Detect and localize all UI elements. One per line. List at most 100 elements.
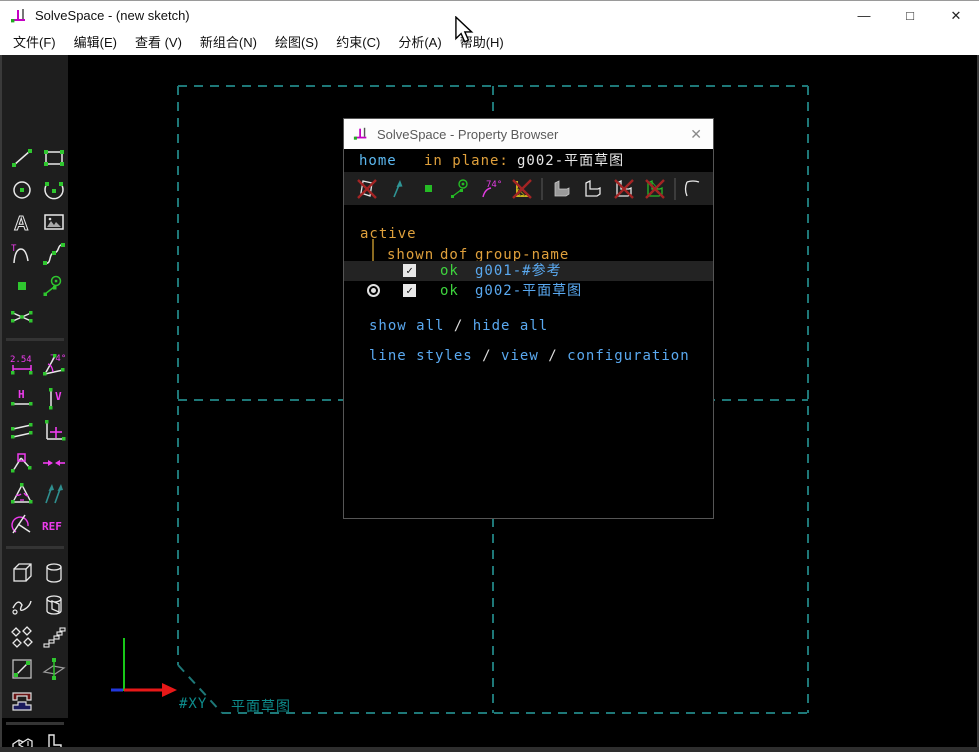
shown-checkbox[interactable]: ✓ [403, 284, 416, 297]
solvespace-logo-icon [353, 126, 369, 142]
window-controls: — □ ✕ [841, 1, 979, 30]
show-points-icon[interactable] [417, 177, 441, 201]
rectangle-tool-icon[interactable] [41, 145, 67, 171]
symmetric-constraint-icon[interactable] [41, 450, 67, 476]
close-button[interactable]: ✕ [933, 1, 979, 30]
title-bar: SolveSpace - (new sketch) — □ ✕ [0, 0, 979, 30]
menu-analyze[interactable]: 分析(A) [389, 30, 450, 55]
property-browser-title: SolveSpace - Property Browser [377, 127, 558, 142]
active-plane-name: g002-平面草图 [517, 151, 624, 171]
menu-sketch[interactable]: 绘图(S) [266, 30, 327, 55]
angle-dimension-icon[interactable]: 74° [41, 352, 67, 378]
svg-text:A: A [14, 213, 28, 235]
hide-workplanes-icon[interactable] [355, 177, 379, 201]
svg-text:2.54: 2.54 [10, 355, 32, 365]
toolbar-divider [6, 338, 64, 341]
browser-toolbar: 74° [344, 172, 713, 205]
point-tool-icon[interactable] [9, 273, 35, 299]
split-tool-icon[interactable] [9, 304, 35, 330]
show-all-link[interactable]: show all [369, 318, 444, 334]
show-normals-icon[interactable] [386, 177, 410, 201]
sketch-canvas[interactable]: #XY 平面草图 [0, 55, 979, 752]
vertical-constraint-icon[interactable]: V [41, 386, 67, 412]
group-name-link[interactable]: g002-平面草图 [475, 281, 582, 301]
link-separator: / [482, 348, 491, 364]
arc-tool-icon[interactable] [41, 177, 67, 203]
hide-datum-planes-icon[interactable] [510, 177, 534, 201]
drawing-toolbar: A T [2, 55, 68, 718]
shown-checkbox[interactable]: ✓ [403, 264, 416, 277]
hide-mesh-icon[interactable] [643, 177, 667, 201]
extrude-icon[interactable] [9, 560, 35, 586]
group-row-g002[interactable]: ✓ ok g002-平面草图 [344, 281, 713, 301]
solvespace-logo-icon [10, 7, 28, 25]
parallel-constraint-icon[interactable] [9, 418, 35, 444]
menu-group[interactable]: 新组合(N) [191, 30, 266, 55]
toolbar-divider [6, 546, 64, 549]
link-separator: / [454, 318, 463, 334]
distance-dimension-icon[interactable]: 2.54 [9, 352, 35, 378]
group-name-link[interactable]: g001-#参考 [475, 261, 562, 281]
browser-nav: home in plane: g002-平面草图 [344, 151, 713, 171]
hide-all-link[interactable]: hide all [473, 318, 548, 334]
menu-view[interactable]: 查看 (V) [126, 30, 191, 55]
construction-tool-icon[interactable] [41, 273, 67, 299]
active-radio[interactable] [367, 284, 380, 297]
xy-plane-label: #XY [179, 696, 207, 712]
window-edge-bottom [0, 747, 979, 752]
line-tool-icon[interactable] [9, 145, 35, 171]
dof-status: ok [440, 261, 459, 281]
revolve-icon[interactable] [41, 592, 67, 618]
window-edge-left [0, 55, 2, 752]
svg-text:74°: 74° [50, 354, 66, 364]
property-browser-titlebar[interactable]: SolveSpace - Property Browser ✕ [344, 119, 713, 149]
home-link[interactable]: home [359, 151, 397, 171]
faces-view-icon[interactable] [683, 177, 707, 201]
reference-dimension-icon[interactable]: REF [41, 512, 67, 538]
menu-edit[interactable]: 编辑(E) [65, 30, 126, 55]
horizontal-constraint-icon[interactable]: H [9, 386, 35, 412]
oriented-same-icon[interactable] [41, 481, 67, 507]
menu-bar: 文件(F) 编辑(E) 查看 (V) 新组合(N) 绘图(S) 约束(C) 分析… [0, 30, 979, 55]
equal-constraint-icon[interactable] [9, 481, 35, 507]
in-plane-label: in plane: [424, 151, 509, 171]
configuration-link[interactable]: configuration [567, 348, 690, 364]
translate-copy-icon[interactable] [41, 624, 67, 650]
text-tool-icon[interactable]: A [9, 209, 35, 235]
perpendicular-constraint-icon[interactable] [41, 418, 67, 444]
circle-tool-icon[interactable] [9, 177, 35, 203]
menu-file[interactable]: 文件(F) [4, 30, 65, 55]
maximize-button[interactable]: □ [887, 1, 933, 30]
svg-text:REF: REF [42, 520, 62, 533]
point-on-line-icon[interactable] [9, 450, 35, 476]
x-axis-arrowhead [162, 683, 177, 697]
minimize-button[interactable]: — [841, 1, 887, 30]
property-browser-content: home in plane: g002-平面草图 [344, 149, 713, 518]
line-styles-link[interactable]: line styles [369, 348, 473, 364]
rotate-copy-icon[interactable] [9, 624, 35, 650]
window-title: SolveSpace - (new sketch) [35, 8, 190, 23]
tangent-constraint-icon[interactable] [9, 512, 35, 538]
new-workplane-icon[interactable] [41, 656, 67, 682]
lathe-icon[interactable] [41, 560, 67, 586]
hide-outlines-icon[interactable] [612, 177, 636, 201]
property-browser-close-button[interactable]: ✕ [690, 126, 702, 143]
ttf-text-icon[interactable] [9, 688, 35, 714]
group-row-g001[interactable]: ✓ ok g001-#参考 [344, 261, 713, 281]
link-file-icon[interactable] [9, 656, 35, 682]
helix-icon[interactable] [9, 592, 35, 618]
toolbar-divider [6, 722, 64, 725]
show-construction-icon[interactable] [448, 177, 472, 201]
image-tool-icon[interactable] [41, 209, 67, 235]
view-link[interactable]: view [501, 348, 539, 364]
active-column-label: active [360, 226, 417, 242]
tangent-arc-tool-icon[interactable]: T [9, 241, 35, 267]
edges-view-icon[interactable] [581, 177, 605, 201]
spline-tool-icon[interactable] [41, 241, 67, 267]
menu-constrain[interactable]: 约束(C) [327, 30, 389, 55]
show-dimensions-icon[interactable]: 74° [479, 177, 503, 201]
shaded-view-icon[interactable] [550, 177, 574, 201]
dof-status: ok [440, 281, 459, 301]
property-browser-window[interactable]: SolveSpace - Property Browser ✕ home in … [343, 118, 714, 519]
toolbar-separator [541, 178, 543, 200]
